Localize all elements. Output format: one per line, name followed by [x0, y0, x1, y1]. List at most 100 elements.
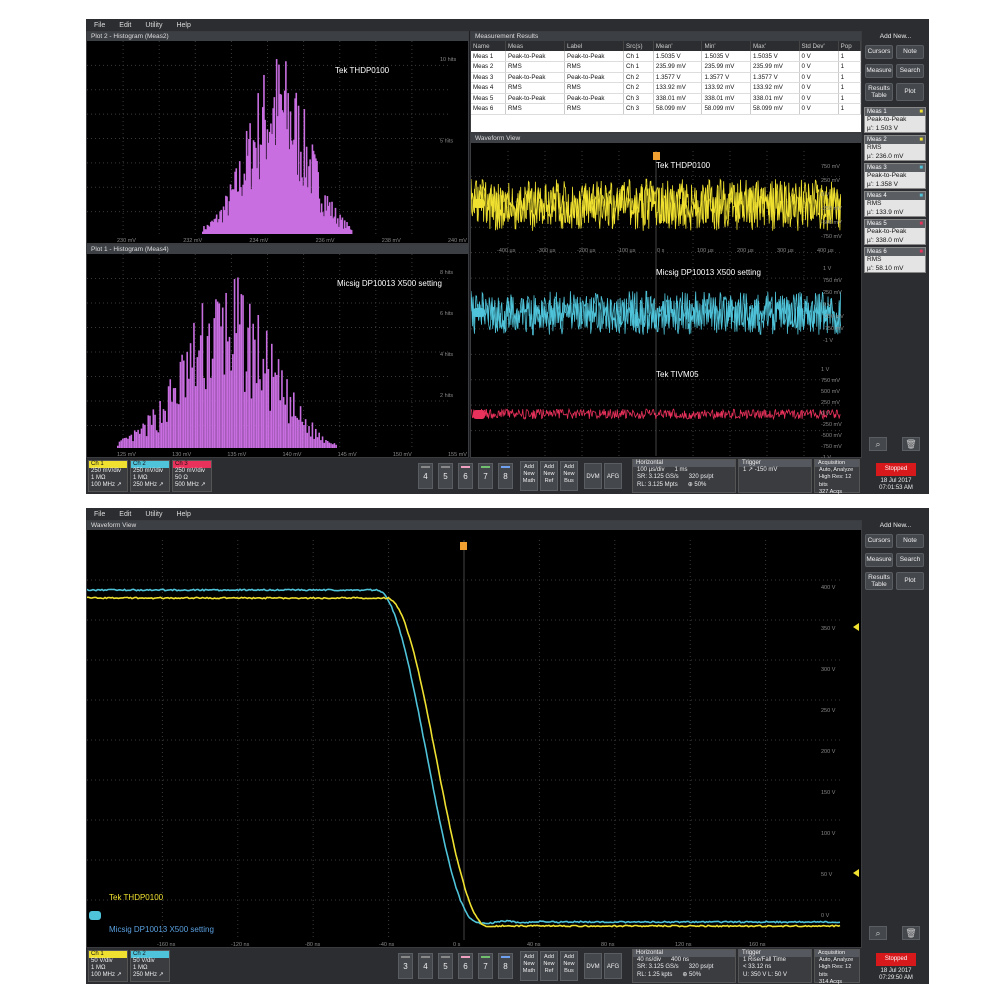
table-row[interactable]: Meas 4 RMS RMS Ch 2 133.92 mV 133.92 mV 133.92…	[471, 82, 862, 94]
column-header[interactable]: Min'	[701, 41, 751, 51]
y-tick-label: 1 V	[823, 266, 832, 272]
add-new-ref-button[interactable]: Add New Ref	[540, 951, 558, 981]
histogram-meas2-plot: Tek THDP0100230 mV 232 mV 234 mV 236 mV 238 …	[87, 41, 467, 244]
histogram-bar	[311, 422, 314, 448]
measurement-badge[interactable]: Meas 1 ■ Peak-to-Peak µ': 1.503 V	[864, 107, 926, 133]
cursors-button[interactable]: Cursors	[865, 45, 893, 59]
histogram-bar	[210, 377, 212, 448]
add-new-math-button[interactable]: Add New Math	[520, 461, 538, 491]
column-header[interactable]: Meas	[505, 41, 566, 51]
measurement-badge[interactable]: Meas 2 ■ RMS µ': 236.0 mV	[864, 135, 926, 161]
stopped-indicator[interactable]: Stopped	[876, 953, 916, 966]
afg-button[interactable]: AFG	[604, 463, 622, 489]
afg-button[interactable]: AFG	[604, 953, 622, 979]
y-tick-label: -250 mV	[823, 314, 844, 320]
channel-3-settings[interactable]: Ch 3 250 mV/div 50 Ω 500 MHz ↗	[172, 460, 212, 492]
dvm-button[interactable]: DVM	[584, 463, 602, 489]
note-button[interactable]: Note	[896, 534, 924, 548]
cursors-button[interactable]: Cursors	[865, 534, 893, 548]
table-cell: Meas 1	[471, 51, 506, 62]
column-header[interactable]: Src(s)	[623, 41, 654, 51]
measure-button[interactable]: Measure	[865, 64, 893, 78]
trigger-settings[interactable]: Trigger 1 ↗ -150 mV	[738, 459, 812, 493]
channel-8-button[interactable]: 8	[498, 953, 513, 979]
table-row[interactable]: Meas 2 RMS RMS Ch 1 235.99 mV 235.99 mV 235.99…	[471, 61, 862, 73]
results-table-button[interactable]: Results Table	[865, 83, 893, 101]
menu-utility[interactable]: Utility	[145, 511, 162, 518]
table-row[interactable]: Meas 5 Peak-to-Peak Peak-to-Peak Ch 3 338.01…	[471, 93, 862, 104]
menu-help[interactable]: Help	[176, 22, 190, 29]
channel-2-settings[interactable]: Ch 2 50 V/div 1 MΩ 250 MHz ↗	[130, 950, 170, 982]
histogram-bar	[179, 361, 182, 448]
channel-5-button[interactable]: 5	[438, 463, 453, 489]
table-cell: 1	[838, 82, 862, 94]
stopped-indicator[interactable]: Stopped	[876, 463, 916, 476]
channel-8-button[interactable]: 8	[498, 463, 513, 489]
search-button[interactable]: Search	[896, 64, 924, 78]
zoom-icon[interactable]: ⌕	[869, 926, 887, 940]
channel-2-settings[interactable]: Ch 2 250 mV/div 1 MΩ 250 MHz ↗	[130, 460, 170, 492]
column-header[interactable]: Max'	[750, 41, 800, 51]
histogram-bar	[223, 374, 226, 448]
acquisition-settings[interactable]: Acquisition Auto, Analyze High Res: 12 bit…	[814, 459, 860, 494]
horizontal-settings[interactable]: Horizontal 40 ns/div 400 ns SR: 3.125 GS/s 3…	[632, 949, 736, 983]
trigger-settings[interactable]: Trigger 1 Rise/Fall Time < 33.12 ns U: 350 …	[738, 949, 812, 983]
column-header[interactable]: Name	[471, 41, 506, 51]
menu-edit[interactable]: Edit	[119, 22, 131, 29]
add-new-bus-button[interactable]: Add New Bus	[560, 951, 578, 981]
channel-1-settings[interactable]: Ch 1 50 V/div 1 MΩ 100 MHz ↗	[88, 950, 128, 982]
table-cell: 0 V	[799, 51, 839, 62]
panel-title: Plot 1 - Histogram (Meas4)	[87, 245, 468, 254]
panel-title: Waveform View	[471, 134, 861, 143]
menu-file[interactable]: File	[94, 22, 105, 29]
measurement-badge[interactable]: Meas 5 ■ Peak-to-Peak µ': 338.0 mV	[864, 219, 926, 245]
column-header[interactable]: Std Dev'	[799, 41, 839, 51]
channel-3-button[interactable]: 3	[398, 953, 413, 979]
note-button[interactable]: Note	[896, 45, 924, 59]
zoom-icon[interactable]: ⌕	[869, 437, 887, 451]
plot-button[interactable]: Plot	[896, 572, 924, 590]
column-header[interactable]: Label	[564, 41, 625, 51]
acquisition-settings[interactable]: Acquisition Auto, Analyze High Res: 12 bit…	[814, 949, 860, 984]
table-cell: 338.01 mV	[653, 93, 703, 104]
channel-6-button[interactable]: 6	[458, 953, 473, 979]
channel-7-button[interactable]: 7	[478, 463, 493, 489]
results-table-button[interactable]: Results Table	[865, 572, 893, 590]
table-cell: Peak-to-Peak	[505, 51, 566, 62]
channel-5-button[interactable]: 5	[438, 953, 453, 979]
measure-button[interactable]: Measure	[865, 553, 893, 567]
add-new-math-button[interactable]: Add New Math	[520, 951, 538, 981]
trash-icon[interactable]: 🗑	[902, 926, 920, 940]
channel-number: 3	[403, 962, 408, 971]
channel-6-button[interactable]: 6	[458, 463, 473, 489]
panel-title: Measurement Results	[471, 32, 861, 41]
search-button[interactable]: Search	[896, 553, 924, 567]
histogram-bar	[183, 360, 185, 448]
histogram-bar	[267, 369, 270, 448]
table-row[interactable]: Meas 3 Peak-to-Peak Peak-to-Peak Ch 2 1.3577…	[471, 72, 862, 83]
measurement-badge[interactable]: Meas 4 ■ RMS µ': 133.9 mV	[864, 191, 926, 217]
channel-4-button[interactable]: 4	[418, 953, 433, 979]
horizontal-settings[interactable]: Horizontal 100 µs/div 1 ms SR: 3.125 GS/s 32…	[632, 459, 736, 493]
measurement-badge[interactable]: Meas 3 ■ Peak-to-Peak µ': 1.358 V	[864, 163, 926, 189]
measurement-badge[interactable]: Meas 6 ■ RMS µ': 58.10 mV	[864, 247, 926, 273]
menu-help[interactable]: Help	[176, 511, 190, 518]
plot-button[interactable]: Plot	[896, 83, 924, 101]
table-cell: RMS	[505, 103, 566, 115]
column-header[interactable]: Pop	[838, 41, 862, 51]
table-cell: 338.01 mV	[750, 93, 800, 104]
menu-edit[interactable]: Edit	[119, 511, 131, 518]
channel-1-settings[interactable]: Ch 1 250 mV/div 1 MΩ 100 MHz ↗	[88, 460, 128, 492]
table-row[interactable]: Meas 1 Peak-to-Peak Peak-to-Peak Ch 1 1.5035…	[471, 51, 862, 62]
dvm-button[interactable]: DVM	[584, 953, 602, 979]
channel-7-button[interactable]: 7	[478, 953, 493, 979]
add-new-ref-button[interactable]: Add New Ref	[540, 461, 558, 491]
histogram-bar	[325, 439, 327, 448]
menu-file[interactable]: File	[94, 511, 105, 518]
column-header[interactable]: Mean'	[653, 41, 703, 51]
menu-utility[interactable]: Utility	[145, 22, 162, 29]
add-new-bus-button[interactable]: Add New Bus	[560, 461, 578, 491]
channel-4-button[interactable]: 4	[418, 463, 433, 489]
trash-icon[interactable]: 🗑	[902, 437, 920, 451]
table-row[interactable]: Meas 6 RMS RMS Ch 3 58.099 mV 58.099 mV 58.099…	[471, 103, 862, 115]
